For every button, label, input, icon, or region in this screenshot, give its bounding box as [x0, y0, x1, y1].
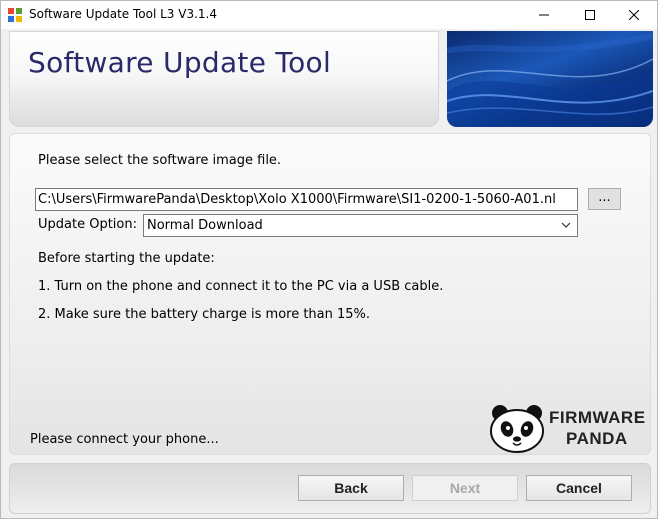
chevron-down-icon: [561, 222, 571, 228]
minimize-icon: [539, 14, 549, 16]
cancel-button[interactable]: Cancel: [526, 475, 632, 501]
select-file-prompt: Please select the software image file.: [38, 153, 282, 168]
banner-title: Software Update Tool: [28, 46, 332, 79]
close-button[interactable]: [611, 1, 657, 29]
next-button[interactable]: Next: [412, 475, 518, 501]
app-window: Software Update Tool L3 V3.1.4 Software …: [0, 0, 658, 519]
window-title: Software Update Tool L3 V3.1.4: [29, 7, 217, 21]
browse-button[interactable]: ...: [588, 188, 621, 210]
file-path-input[interactable]: C:\Users\FirmwarePanda\Desktop\Xolo X100…: [35, 188, 578, 211]
maximize-icon: [585, 10, 595, 20]
logo-text-panda: PANDA: [566, 429, 628, 448]
logo-text-firmware: FIRMWARE: [549, 408, 646, 427]
app-icon: [8, 8, 22, 22]
maximize-button[interactable]: [567, 1, 613, 29]
panda-logo-icon: [490, 405, 544, 453]
status-message: Please connect your phone...: [30, 432, 219, 447]
header-banner: Software Update Tool: [9, 31, 439, 127]
update-option-value: Normal Download: [147, 218, 263, 233]
update-option-select[interactable]: Normal Download: [143, 214, 578, 237]
title-bar[interactable]: Software Update Tool L3 V3.1.4: [1, 1, 657, 29]
main-panel: [9, 133, 651, 455]
close-icon: [629, 10, 639, 20]
instruction-step-1: 1. Turn on the phone and connect it to t…: [38, 279, 444, 294]
minimize-button[interactable]: [521, 1, 567, 29]
wave-graphic: [447, 33, 653, 127]
banner-art-image: [447, 31, 653, 127]
before-update-heading: Before starting the update:: [38, 251, 215, 266]
instruction-step-2: 2. Make sure the battery charge is more …: [38, 307, 371, 322]
update-option-label: Update Option:: [38, 217, 137, 232]
back-button[interactable]: Back: [298, 475, 404, 501]
